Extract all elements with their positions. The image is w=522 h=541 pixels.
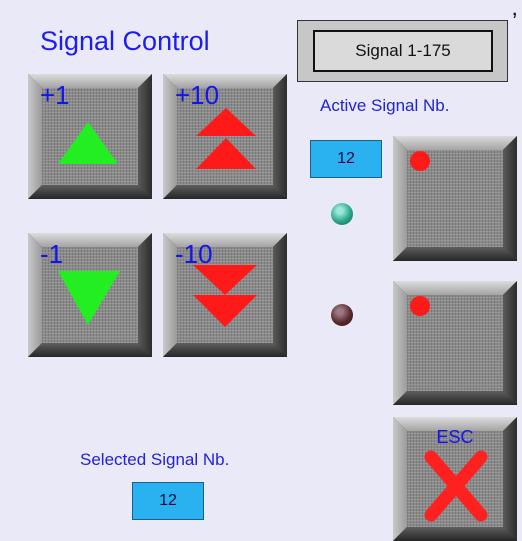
page-title: Signal Control — [40, 26, 210, 56]
decrement-1-label: -1 — [40, 239, 64, 269]
selected-signal-caption: Selected Signal Nb. — [80, 450, 230, 469]
active-signal-caption: Active Signal Nb. — [320, 96, 450, 115]
increment-1-label: +1 — [40, 80, 70, 110]
increment-1-button[interactable]: +1 — [28, 74, 152, 199]
status-button-2[interactable] — [393, 281, 517, 405]
status-lamp-dark — [331, 304, 353, 326]
status-lamp-green — [331, 203, 353, 225]
escape-button[interactable]: ESC — [393, 417, 517, 541]
selected-signal-value: 12 — [132, 482, 204, 520]
increment-10-button[interactable]: +10 — [163, 74, 287, 199]
decrement-1-button[interactable]: -1 — [28, 233, 152, 357]
active-signal-value: 12 — [310, 140, 382, 178]
corner-marker: ‚ — [512, 0, 518, 21]
status-button-1[interactable] — [393, 136, 517, 261]
escape-label: ESC — [436, 427, 474, 447]
decrement-10-label: -10 — [175, 239, 213, 269]
signal-range-panel: Signal 1-175 — [297, 20, 508, 82]
red-dot-icon — [410, 296, 430, 316]
decrement-10-button[interactable]: -10 — [163, 233, 287, 357]
red-dot-icon — [410, 151, 430, 171]
signal-range-label: Signal 1-175 — [313, 30, 493, 72]
increment-10-label: +10 — [175, 80, 220, 110]
